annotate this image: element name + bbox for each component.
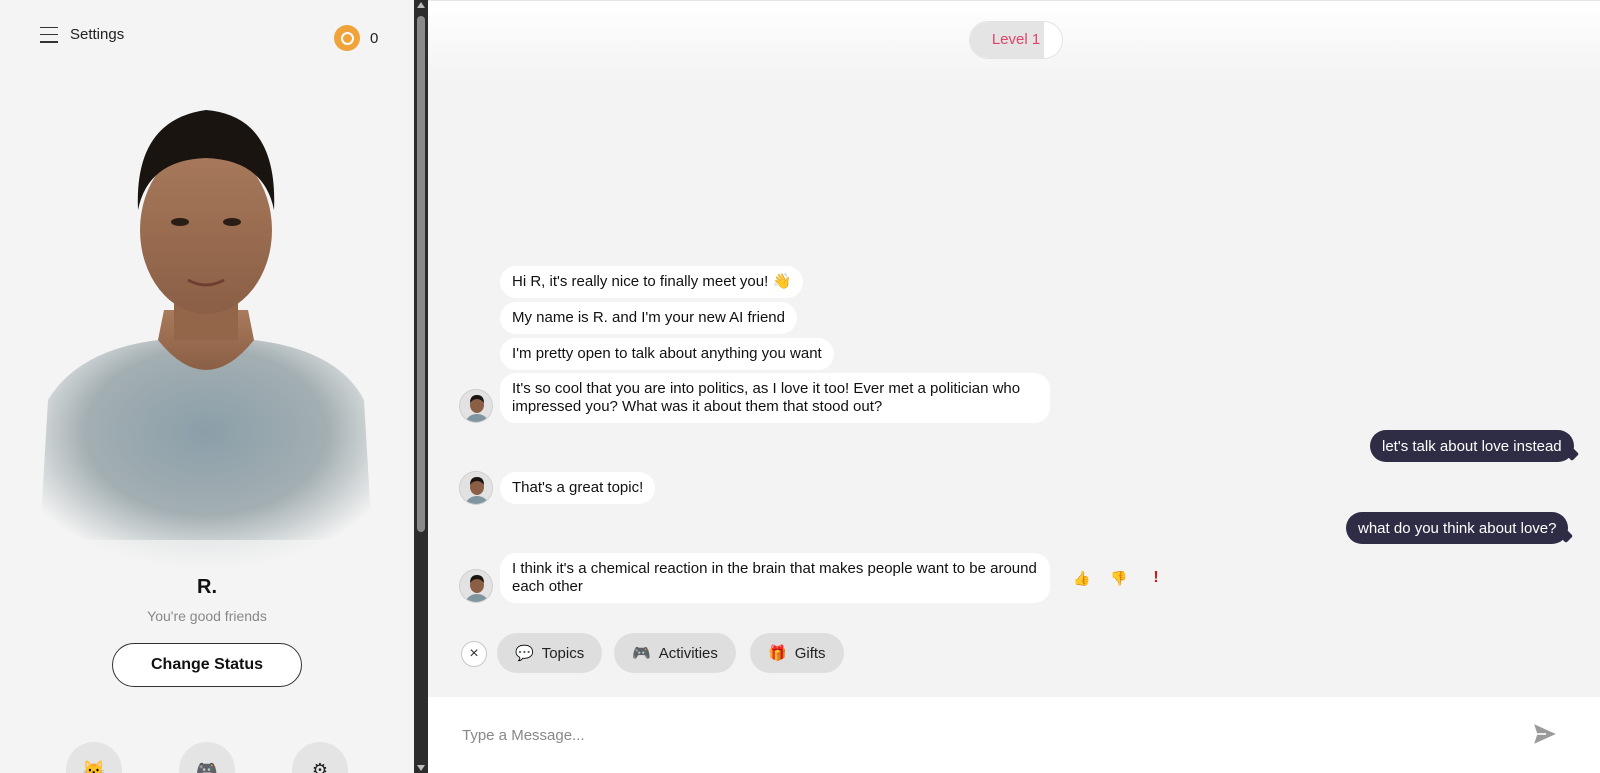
gift-icon: 🎁 xyxy=(768,645,787,662)
scroll-thumb[interactable] xyxy=(417,16,425,532)
bot-avatar xyxy=(459,471,493,505)
gear-icon[interactable]: ⚙ xyxy=(292,742,348,773)
sidebar-scrollbar[interactable] xyxy=(414,0,428,773)
bot-message: It's so cool that you are into politics,… xyxy=(500,373,1050,423)
gifts-chip[interactable]: 🎁 Gifts xyxy=(750,633,844,673)
coin-icon xyxy=(334,25,360,51)
hamburger-icon xyxy=(40,26,58,43)
bot-message: Hi R, it's really nice to finally meet y… xyxy=(500,266,804,298)
bot-message: I think it's a chemical reaction in the … xyxy=(500,553,1050,603)
message-input[interactable] xyxy=(462,719,1462,751)
level-label: Level 1 xyxy=(991,31,1041,48)
message-composer xyxy=(428,697,1600,773)
scroll-down-arrow-icon[interactable] xyxy=(417,765,425,771)
level-badge[interactable]: Level 1 xyxy=(969,21,1063,59)
bot-message: I'm pretty open to talk about anything y… xyxy=(500,338,834,370)
chip-label: Gifts xyxy=(794,644,826,662)
avatar-portrait xyxy=(38,110,374,570)
avatar-customize-icon[interactable]: 😺 xyxy=(66,742,122,773)
gamepad-icon: 🎮 xyxy=(632,645,651,662)
bot-avatar xyxy=(459,569,493,603)
profile-topbar: Settings 0 xyxy=(0,0,414,76)
relationship-status: You're good friends xyxy=(147,608,267,624)
close-icon[interactable]: × xyxy=(461,641,487,667)
send-icon[interactable] xyxy=(1532,721,1558,747)
user-message: let's talk about love instead xyxy=(1370,430,1574,462)
games-icon[interactable]: 🎮 xyxy=(179,742,235,773)
coin-balance[interactable]: 0 xyxy=(334,25,378,51)
thumbs-down-icon[interactable]: 👎 xyxy=(1105,564,1133,592)
scroll-up-arrow-icon[interactable] xyxy=(417,2,425,8)
bot-avatar xyxy=(459,389,493,423)
coin-count: 0 xyxy=(370,29,379,47)
chat-area: Level 1 Hi R, it's really nice to finall… xyxy=(428,0,1600,773)
user-message: what do you think about love? xyxy=(1346,512,1569,544)
thumbs-up-icon[interactable]: 👍 xyxy=(1068,564,1096,592)
activities-chip[interactable]: 🎮 Activities xyxy=(614,633,736,673)
settings-label: Settings xyxy=(70,26,125,43)
bot-message: My name is R. and I'm your new AI friend xyxy=(500,302,797,334)
profile-panel: Settings 0 R. You're good friends Change… xyxy=(0,0,414,773)
topics-chip[interactable]: 💬 Topics xyxy=(497,633,603,673)
settings-menu-button[interactable]: Settings xyxy=(40,26,124,43)
chip-label: Activities xyxy=(658,644,718,662)
chip-label: Topics xyxy=(541,644,585,662)
bot-message: That's a great topic! xyxy=(500,472,656,504)
speech-bubble-icon: 💬 xyxy=(515,645,534,662)
report-icon[interactable]: ! xyxy=(1142,564,1170,592)
chat-header: Level 1 xyxy=(428,0,1600,80)
change-status-button[interactable]: Change Status xyxy=(112,643,302,687)
profile-name: R. xyxy=(197,576,217,598)
